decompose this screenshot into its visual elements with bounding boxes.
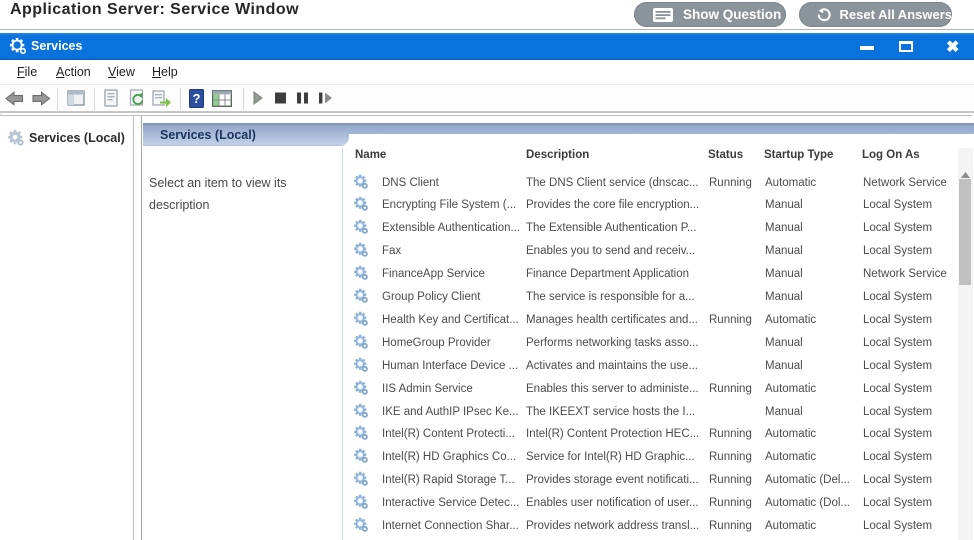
svg-text:?: ? xyxy=(193,91,201,106)
